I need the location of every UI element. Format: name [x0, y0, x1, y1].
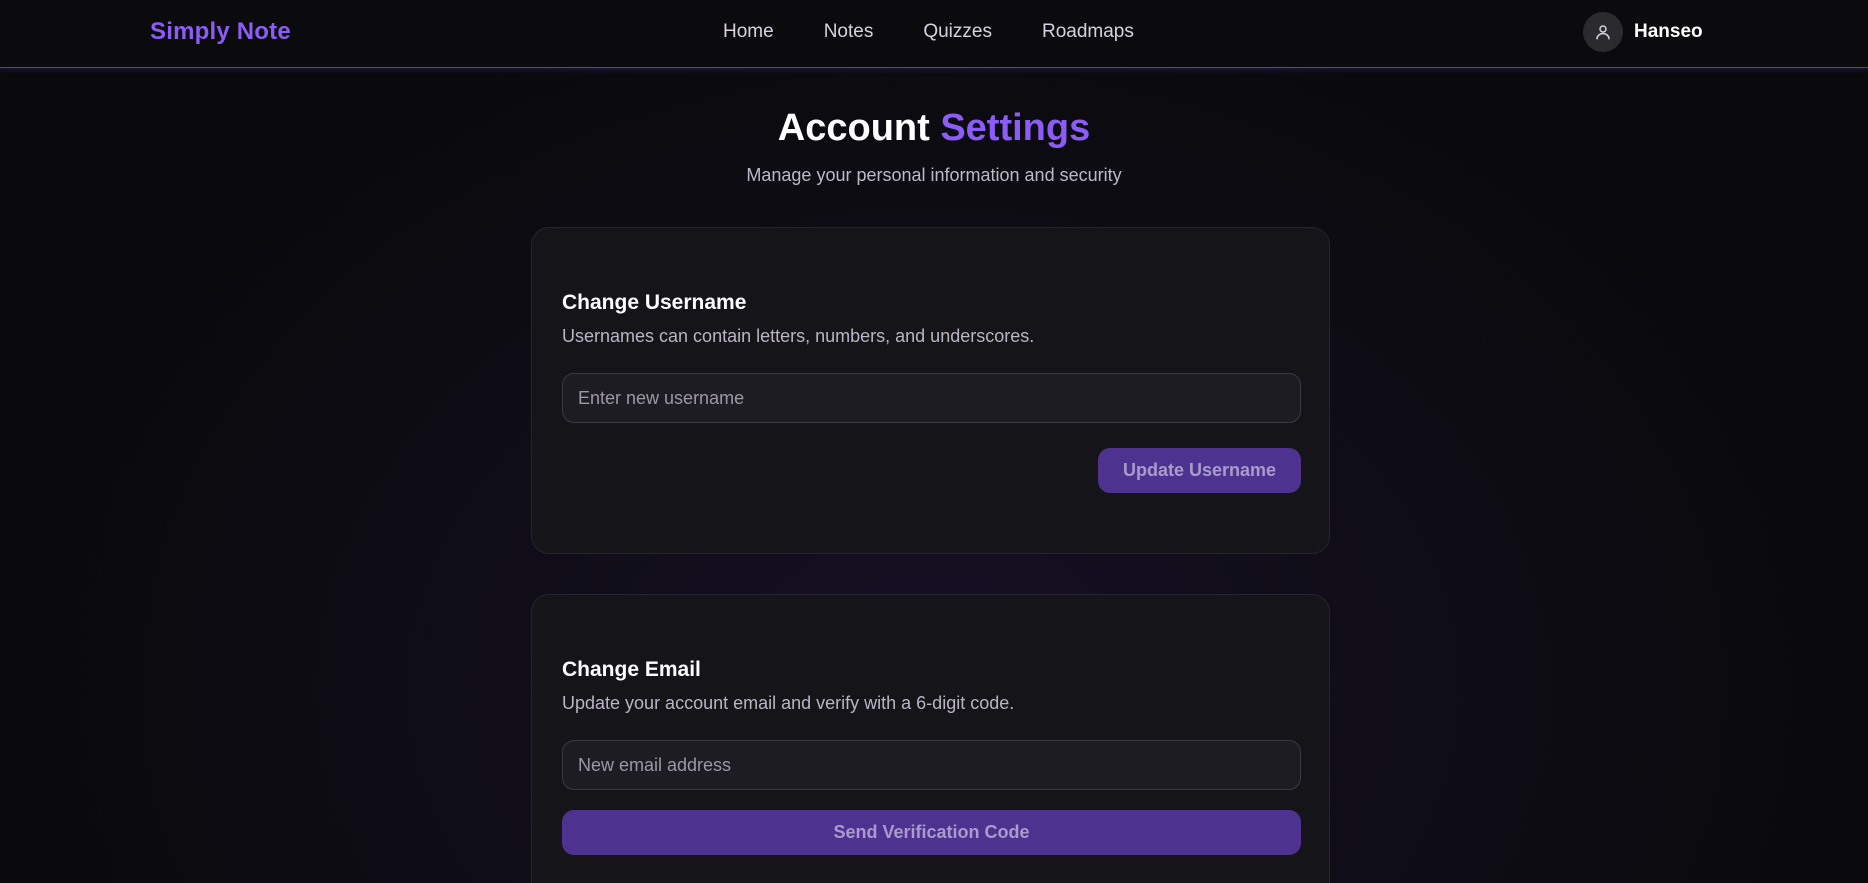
top-navbar: Simply Note Home Notes Quizzes Roadmaps …	[0, 0, 1868, 68]
update-username-button[interactable]: Update Username	[1098, 448, 1301, 493]
user-menu[interactable]: Hanseo	[1583, 12, 1703, 52]
page-subtitle: Manage your personal information and sec…	[746, 165, 1122, 185]
change-email-title: Change Email	[562, 658, 701, 681]
user-icon	[1596, 25, 1610, 40]
page-title-account: Account	[777, 107, 930, 149]
nav-link-home[interactable]: Home	[723, 20, 774, 44]
change-username-title: Change Username	[562, 291, 747, 314]
nav-links: Home Notes Quizzes Roadmaps	[723, 20, 1184, 44]
nav-link-roadmaps[interactable]: Roadmaps	[1042, 20, 1134, 44]
change-username-card: Change Username Usernames can contain le…	[531, 227, 1330, 554]
page-title-settings: Settings	[940, 107, 1091, 149]
user-name: Hanseo	[1634, 21, 1703, 42]
change-email-card: Change Email Update your account email a…	[531, 594, 1330, 883]
brand-logo[interactable]: Simply Note	[150, 18, 291, 46]
nav-link-quizzes[interactable]: Quizzes	[923, 20, 992, 44]
email-input[interactable]	[562, 740, 1301, 790]
send-verification-code-button[interactable]: Send Verification Code	[562, 810, 1301, 855]
nav-link-notes[interactable]: Notes	[824, 20, 874, 44]
change-username-description: Usernames can contain letters, numbers, …	[562, 326, 1035, 346]
username-input[interactable]	[562, 373, 1301, 423]
change-email-description: Update your account email and verify wit…	[562, 693, 1015, 713]
page-title: Account Settings	[0, 104, 1868, 152]
avatar[interactable]	[1583, 12, 1623, 52]
